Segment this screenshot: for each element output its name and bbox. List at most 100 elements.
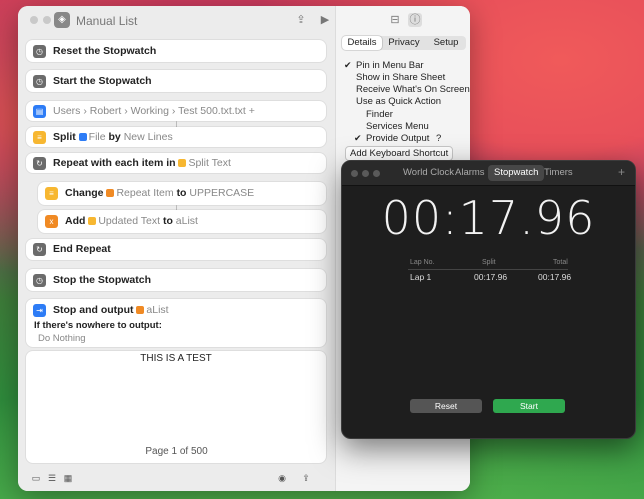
option-services-menu[interactable]: Services Menu [354,121,429,132]
by-label: by [108,131,121,143]
text-icon: ≡ [45,187,58,200]
file-icon: ▤ [33,105,46,118]
option-pin-in-menu-bar[interactable]: ✔ Pin in Menu Bar [344,60,424,71]
action-reset-stopwatch[interactable]: ◷ Reset the Stopwatch [26,40,326,62]
lap-split: 00:17.96 [474,272,508,282]
option-receive-on-screen[interactable]: Receive What's On Screen [344,84,470,95]
run-icon[interactable]: ▶ [318,13,332,27]
option-label: Pin in Menu Bar [356,60,424,71]
option-quick-action[interactable]: Use as Quick Action [344,96,441,107]
token-label: Updated Text [98,215,161,227]
tab-alarms[interactable]: Alarms [449,165,491,181]
action-file-path[interactable]: ▤ Users › Robert › Working › Test 500.tx… [26,101,326,121]
option-label: Receive What's On Screen [356,84,470,95]
path-breadcrumb[interactable]: Users › Robert › Working › Test 500.txt.… [53,105,255,117]
action-repeat-each[interactable]: ↻ Repeat with each item in Split Text [26,153,326,173]
option-share-sheet[interactable]: Show in Share Sheet [344,72,445,83]
text-icon [88,217,97,225]
close-button[interactable] [351,170,358,177]
clock-toolbar: World Clock Alarms Stopwatch Timers + [342,161,635,186]
repeat-line: Repeat with each item in Split Text [53,157,231,169]
window-title: Manual List [76,14,138,28]
stopwatch-time: 00:17.96 [381,191,596,245]
updated-text-token[interactable]: Updated Text [88,215,160,227]
bottom-toolbar: ▭ ☰ ▦ ◉ ⇪ [18,466,335,491]
split-line: Split File by New Lines [53,131,173,143]
share-icon[interactable]: ⇪ [300,472,312,484]
split-icon: ≡ [33,131,46,144]
title-bar: ◈ Manual List ⇪ ▶ [18,6,335,34]
option-label: Use as Quick Action [356,96,442,107]
option-provide-output[interactable]: ✔ Provide Output ? [354,133,441,144]
to-label: to [162,215,173,227]
repeat-icon: ↻ [33,157,46,170]
tab-privacy[interactable]: Privacy [383,36,425,50]
add-line: Add Updated Text to aList [65,215,198,227]
separator-token[interactable]: New Lines [124,131,173,143]
library-icon[interactable]: ⊟ [388,13,402,27]
quick-look-icon[interactable]: ◉ [276,472,288,484]
repeat-icon: ↻ [33,243,46,256]
nowhere-label: If there's nowhere to output: [34,320,162,331]
start-button[interactable]: Start [493,399,565,413]
case-token[interactable]: UPPERCASE [189,187,254,199]
action-label: Reset the Stopwatch [53,45,157,57]
variable-icon [136,306,145,314]
info-icon[interactable]: ⓘ [408,13,422,27]
path-part: Working [130,105,169,117]
split-text-token[interactable]: Split Text [178,157,231,169]
lap-header-split: Split [482,259,496,266]
checkbox[interactable]: ✔ [344,60,352,71]
help-icon[interactable]: ? [436,133,441,144]
lap-divider [408,269,568,270]
option-label: Provide Output [366,133,430,144]
token-label: aList [146,304,169,316]
option-finder[interactable]: Finder [354,109,393,120]
grid-view-icon[interactable]: ▦ [62,472,74,484]
stop-output-verb: Stop and output [53,304,134,316]
shortcuts-app-icon: ◈ [54,12,70,28]
action-stop-and-output[interactable]: ⇥ Stop and output aList If there's nowhe… [26,299,326,347]
split-verb: Split [53,131,76,143]
option-label: Services Menu [366,121,429,132]
repeat-item-token[interactable]: Repeat Item [106,187,174,199]
stopwatch-icon: ◷ [33,75,46,88]
minimize-button[interactable] [43,16,51,24]
action-change-case[interactable]: ≡ Change Repeat Item to UPPERCASE [38,182,326,205]
share-icon[interactable]: ⇪ [294,13,308,27]
add-path-button[interactable]: + [249,105,255,117]
add-verb: Add [65,215,86,227]
do-nothing-option[interactable]: Do Nothing [38,333,86,344]
inspector-tabs: Details Privacy Setup [342,36,466,50]
action-split[interactable]: ≡ Split File by New Lines [26,127,326,147]
option-label: Finder [366,109,393,120]
reset-button[interactable]: Reset [410,399,482,413]
action-add-to-variable[interactable]: x Add Updated Text to aList [38,210,326,233]
tab-stopwatch[interactable]: Stopwatch [488,165,545,181]
change-verb: Change [65,187,104,199]
zoom-button[interactable] [373,170,380,177]
tab-details[interactable]: Details [342,36,382,50]
single-view-icon[interactable]: ▭ [30,472,42,484]
tab-setup[interactable]: Setup [426,36,466,50]
minimize-button[interactable] [362,170,369,177]
add-icon[interactable]: + [618,165,625,179]
list-view-icon[interactable]: ☰ [46,472,58,484]
option-label: Show in Share Sheet [356,72,446,83]
editor-pane: ◈ Manual List ⇪ ▶ ◷ Reset the Stopwatch … [18,6,335,491]
checkbox[interactable]: ✔ [354,133,362,144]
add-keyboard-shortcut-button[interactable]: Add Keyboard Shortcut [345,146,454,161]
action-stop-stopwatch[interactable]: ◷ Stop the Stopwatch [26,269,326,291]
clock-window: World Clock Alarms Stopwatch Timers + 00… [341,160,636,439]
path-part: Robert [89,105,122,117]
variable-x-icon: x [45,215,58,228]
close-button[interactable] [30,16,38,24]
action-start-stopwatch[interactable]: ◷ Start the Stopwatch [26,70,326,92]
preview-text: THIS IS A TEST [140,353,212,364]
variable-token[interactable]: aList [176,215,198,227]
alist-token[interactable]: aList [136,304,169,316]
tab-timers[interactable]: Timers [538,165,579,181]
file-token[interactable]: File [78,131,106,143]
action-end-repeat[interactable]: ↻ End Repeat [26,239,326,260]
action-label: Start the Stopwatch [53,75,152,87]
